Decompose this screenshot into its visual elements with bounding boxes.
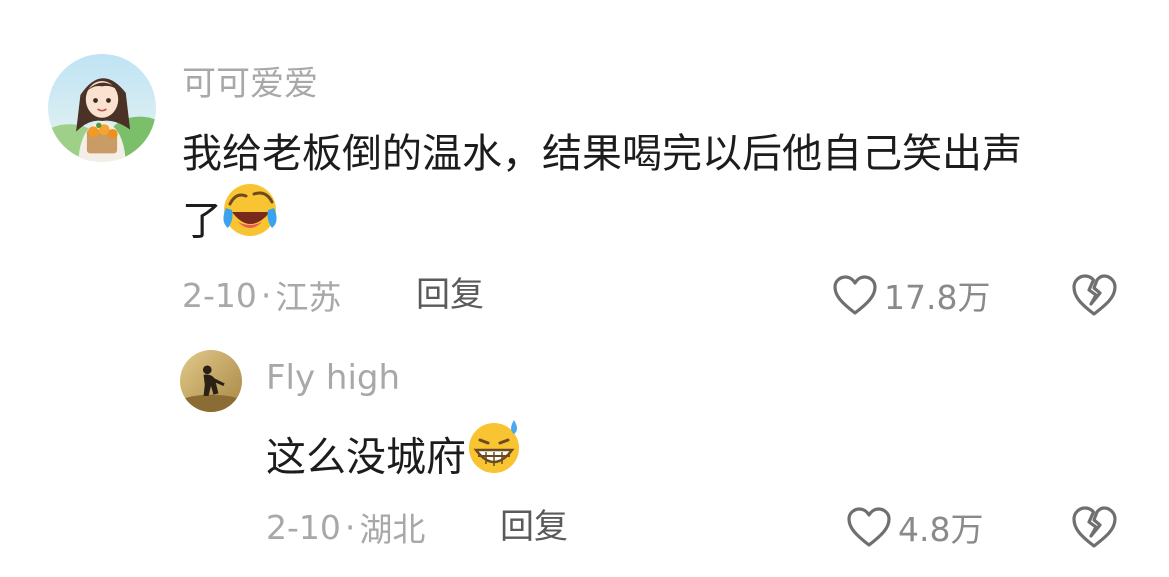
comment-date: 2-10 (266, 507, 341, 547)
dislike-button[interactable] (1070, 504, 1118, 550)
comment-location: 江苏 (275, 278, 342, 317)
comment-text: 我给老板倒的温水，结果喝完以后他自己笑出声 了 (182, 122, 1132, 261)
reply-button[interactable]: 回复 (416, 272, 484, 318)
girl-avatar-image (48, 54, 156, 162)
dislike-button[interactable] (1070, 272, 1118, 318)
like-button[interactable]: 4.8万 (846, 504, 983, 550)
comment-text-line: 我给老板倒的温水，结果喝完以后他自己笑出声 (182, 131, 1022, 177)
like-count: 17.8万 (884, 278, 991, 317)
comment-date: 2-10 (182, 275, 257, 315)
reply-button[interactable]: 回复 (500, 504, 568, 550)
heart-outline-icon (832, 274, 878, 316)
heart-outline-icon (846, 506, 892, 548)
broken-heart-icon (1070, 272, 1118, 318)
username[interactable]: 可可爱爱 (182, 56, 318, 105)
avatar[interactable] (180, 350, 242, 412)
comment-meta: 2-10 · 江苏 (182, 272, 341, 318)
comment-text: 这么没城府 (266, 420, 1066, 497)
avatar[interactable] (48, 54, 156, 162)
meta-separator: · (260, 275, 272, 315)
comment-meta: 2-10 · 湖北 (266, 504, 425, 550)
comment-text-line: 这么没城府 (266, 434, 466, 481)
like-button[interactable]: 17.8万 (832, 272, 990, 318)
like-count: 4.8万 (898, 510, 984, 549)
meta-separator: · (344, 507, 356, 547)
username[interactable]: Fly high (266, 358, 400, 398)
comment-text-line-2: 了 (182, 184, 1132, 261)
grinning-sweat-emoji-icon (466, 418, 524, 493)
comment-text-tail: 了 (182, 198, 222, 245)
broken-heart-icon (1070, 504, 1118, 550)
silhouette-avatar-image (180, 350, 242, 412)
comment-location: 湖北 (359, 510, 426, 549)
laughing-crying-emoji-icon (222, 182, 278, 257)
